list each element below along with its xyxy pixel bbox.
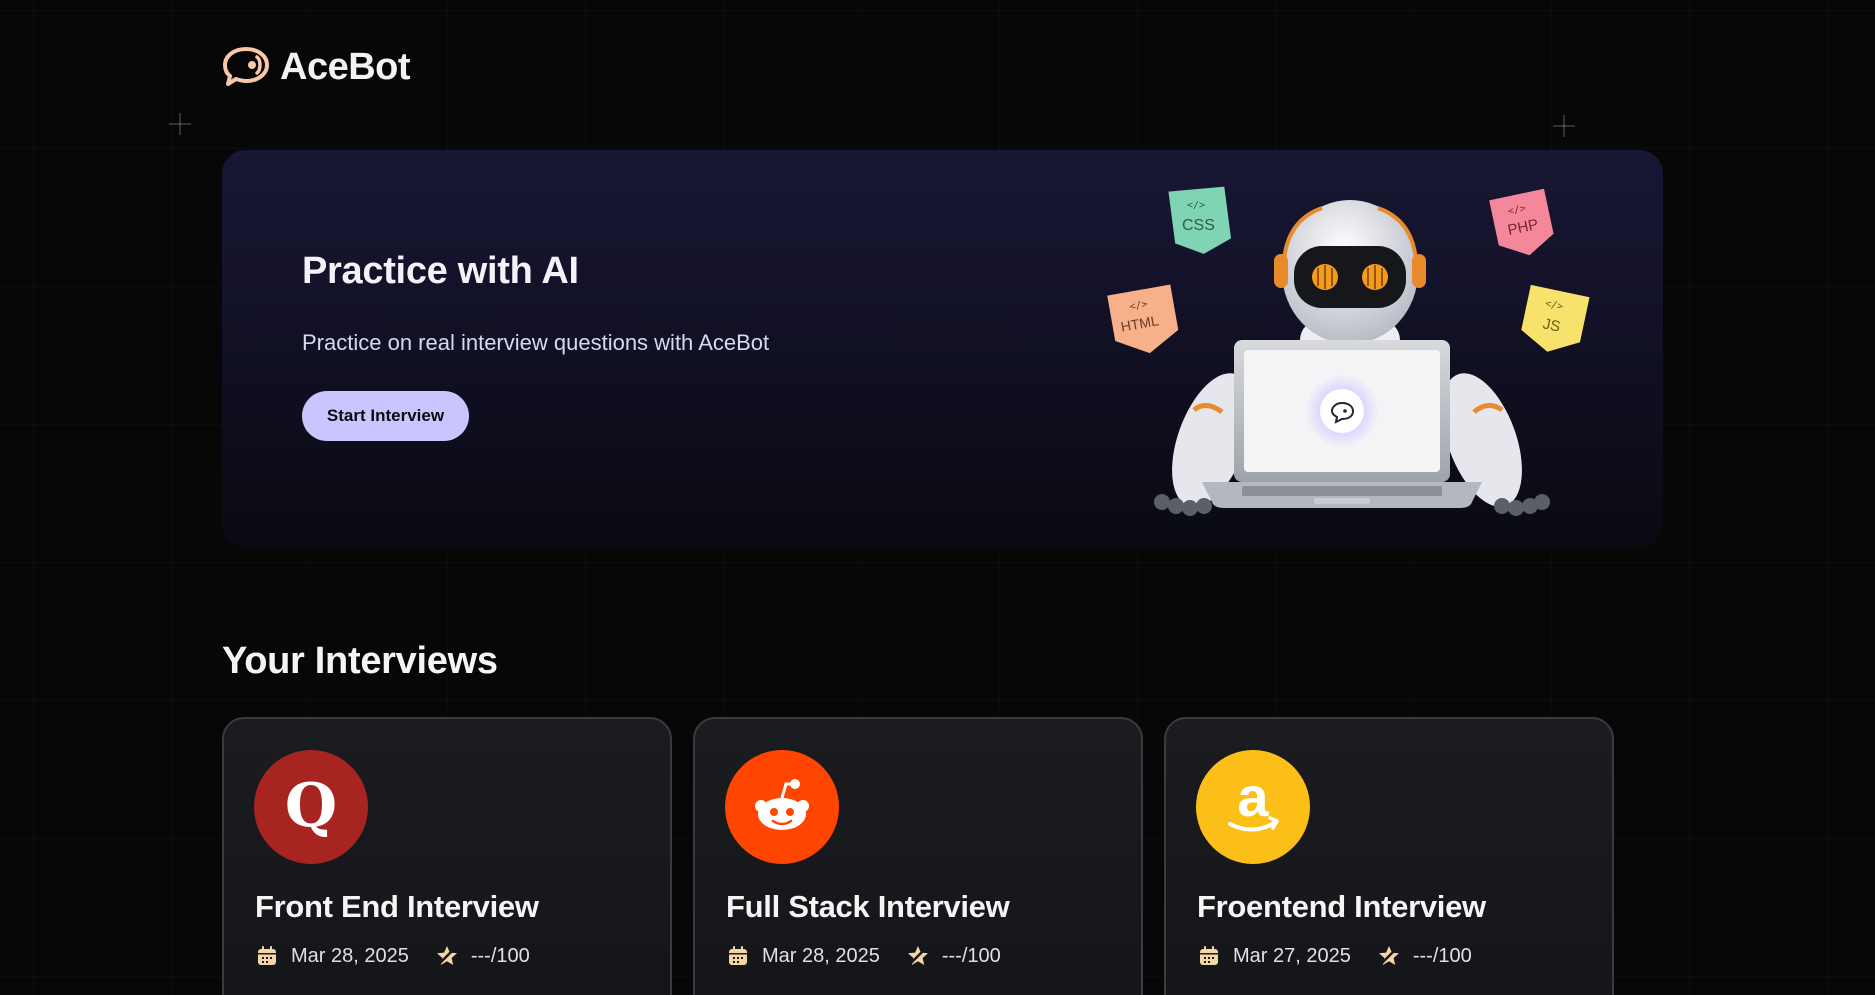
quora-logo: Q — [254, 750, 368, 864]
html-badge: </> HTML — [1107, 284, 1179, 354]
reddit-icon — [755, 779, 809, 830]
amazon-logo: a — [1196, 750, 1310, 864]
svg-text:</>: </> — [1187, 200, 1205, 211]
hero-banner: Practice with AI Practice on real interv… — [222, 150, 1663, 547]
interview-date-text: Mar 27, 2025 — [1233, 944, 1351, 967]
interview-meta: Mar 28, 2025 ---/100 — [255, 944, 546, 968]
quora-icon: Q — [285, 772, 337, 841]
interview-date: Mar 28, 2025 — [255, 944, 409, 968]
star-icon — [1378, 946, 1399, 965]
interview-meta: Mar 28, 2025 ---/100 — [726, 944, 1017, 968]
js-badge: </> JS — [1521, 284, 1590, 352]
interview-title[interactable]: Froentend Interview — [1197, 889, 1486, 925]
interview-score-text: ---/100 — [470, 944, 530, 967]
interview-card-list: Q Front End Interview Mar 28, 2025 ---/1… — [222, 717, 1614, 995]
hero-title: Practice with AI — [302, 250, 579, 292]
interview-date: Mar 28, 2025 — [726, 944, 880, 968]
sparkle-decoration — [1553, 115, 1575, 137]
calendar-icon — [1200, 946, 1218, 965]
interview-score: ---/100 — [435, 944, 530, 968]
chat-bubble-logo-icon[interactable] — [222, 46, 270, 88]
interview-date-text: Mar 28, 2025 — [291, 944, 409, 967]
svg-text:a: a — [1237, 772, 1269, 828]
star-icon — [436, 946, 457, 965]
svg-text:Q: Q — [285, 772, 337, 841]
calendar-icon — [258, 946, 276, 965]
interview-score: ---/100 — [1377, 944, 1472, 968]
svg-text:CSS: CSS — [1182, 217, 1215, 234]
php-badge: </> PHP — [1489, 188, 1554, 256]
robot-laptop-illustration: </> CSS </> PHP </> HTML </> JS — [1107, 186, 1590, 516]
interview-score-text: ---/100 — [1412, 944, 1472, 967]
interview-card[interactable]: Q Front End Interview Mar 28, 2025 ---/1… — [222, 717, 672, 995]
sparkle-decoration — [169, 113, 191, 135]
interview-title[interactable]: Full Stack Interview — [726, 889, 1010, 925]
interview-score-text: ---/100 — [941, 944, 1001, 967]
interview-meta: Mar 27, 2025 ---/100 — [1197, 944, 1488, 968]
interview-card[interactable]: Full Stack Interview Mar 28, 2025 ---/10… — [693, 717, 1143, 995]
amazon-icon: a — [1228, 772, 1279, 832]
header: AceBot — [222, 46, 411, 89]
brand-name[interactable]: AceBot — [280, 46, 411, 89]
css-badge: </> CSS — [1168, 186, 1232, 254]
start-interview-button[interactable]: Start Interview — [302, 391, 469, 441]
svg-text:JS: JS — [1541, 315, 1562, 335]
hero-subtitle: Practice on real interview questions wit… — [302, 330, 770, 355]
star-icon — [907, 946, 928, 965]
calendar-icon — [729, 946, 747, 965]
reddit-logo — [725, 750, 839, 864]
interview-card[interactable]: a Froentend Interview Mar 27, 2025 ---/1… — [1164, 717, 1614, 995]
your-interviews-heading: Your Interviews — [222, 640, 498, 682]
interview-title[interactable]: Front End Interview — [255, 889, 539, 925]
interview-date-text: Mar 28, 2025 — [762, 944, 880, 967]
interview-date: Mar 27, 2025 — [1197, 944, 1351, 968]
interview-score: ---/100 — [906, 944, 1001, 968]
